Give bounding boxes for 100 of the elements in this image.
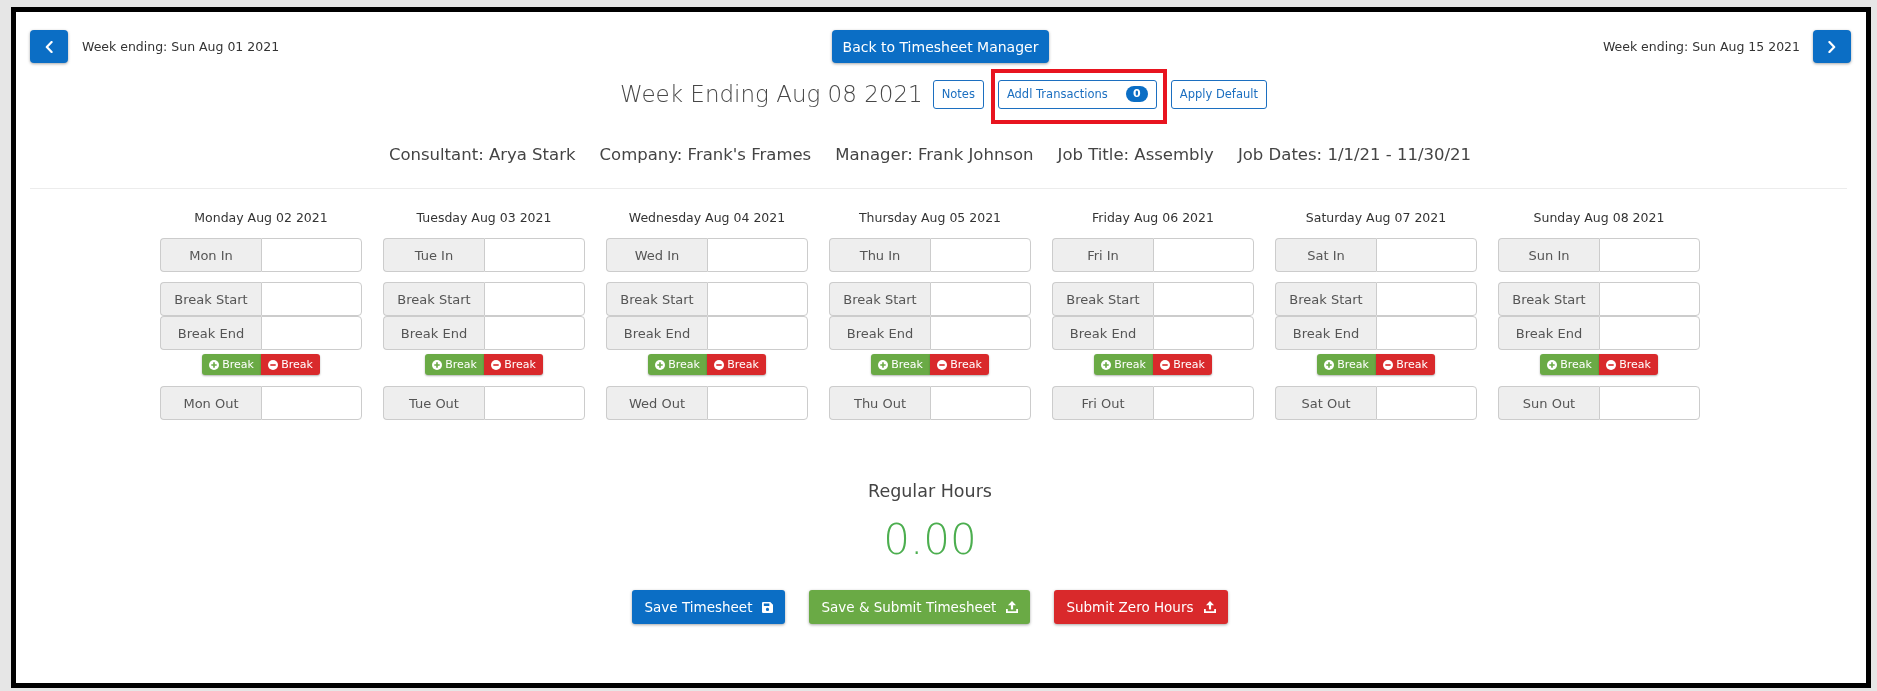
- time-field[interactable]: [1376, 238, 1477, 272]
- time-field[interactable]: [707, 282, 808, 316]
- add-break-button[interactable]: Break: [425, 354, 484, 375]
- count-badge: 0: [1125, 86, 1148, 102]
- time-field[interactable]: [707, 386, 808, 420]
- remove-break-button[interactable]: Break: [1599, 354, 1658, 375]
- next-week-label: Week ending: Sun Aug 15 2021: [1602, 39, 1800, 54]
- day-date: Tuesday Aug 03 2021: [415, 209, 553, 227]
- add-break-button[interactable]: Break: [1317, 354, 1376, 375]
- plus-circle-icon: [432, 359, 443, 370]
- week-title: Week Ending Aug 08 2021: [620, 80, 923, 109]
- time-field[interactable]: [1153, 282, 1254, 316]
- field-label: Break Start: [1052, 282, 1153, 316]
- save-timesheet-button[interactable]: Save Timesheet: [632, 590, 786, 624]
- next-week-button[interactable]: [1813, 30, 1851, 63]
- time-field[interactable]: [1153, 238, 1254, 272]
- time-field[interactable]: [1376, 282, 1477, 316]
- time-field[interactable]: [930, 238, 1031, 272]
- field-label: Tue Out: [383, 386, 484, 420]
- time-field[interactable]: [1599, 386, 1700, 420]
- previous-week-button[interactable]: [30, 30, 68, 63]
- add-break-button[interactable]: Break: [648, 354, 707, 375]
- day-date: Saturday Aug 07 2021: [1304, 209, 1448, 227]
- time-field[interactable]: [707, 316, 808, 350]
- back-button[interactable]: Back to Timesheet Manager: [831, 30, 1050, 63]
- hours-label: Regular Hours: [868, 480, 992, 503]
- chevron-right-icon: [1828, 40, 1836, 53]
- remove-break-button[interactable]: Break: [484, 354, 543, 375]
- field-label: Fri In: [1052, 238, 1153, 272]
- field-label: Fri Out: [1052, 386, 1153, 420]
- plus-circle-icon: [1324, 359, 1335, 370]
- time-field[interactable]: [1153, 316, 1254, 350]
- time-field[interactable]: [484, 386, 585, 420]
- add-break-button[interactable]: Break: [1094, 354, 1153, 375]
- previous-week-label: Week ending: Sun Aug 01 2021: [82, 39, 280, 54]
- time-field[interactable]: [1376, 316, 1477, 350]
- time-field[interactable]: [1599, 238, 1700, 272]
- minus-circle-icon: [491, 359, 502, 370]
- time-field[interactable]: [484, 282, 585, 316]
- minus-circle-icon: [1383, 359, 1394, 370]
- field-label: Break Start: [160, 282, 261, 316]
- time-field[interactable]: [930, 316, 1031, 350]
- submit-timesheet-button[interactable]: Save & Submit Timesheet: [809, 590, 1031, 624]
- plus-circle-icon: [655, 359, 666, 370]
- transactions-button[interactable]: Addl Transactions 0: [997, 79, 1157, 109]
- field-label: Break End: [1275, 316, 1376, 350]
- field-label: Sat In: [1275, 238, 1376, 272]
- notes-button[interactable]: Notes: [932, 79, 984, 109]
- day-date: Friday Aug 06 2021: [1091, 209, 1215, 227]
- detail-text: Consultant: Arya Stark: [388, 144, 576, 166]
- time-field[interactable]: [1599, 316, 1700, 350]
- field-label: Sun In: [1498, 238, 1599, 272]
- field-label: Break Start: [383, 282, 484, 316]
- plus-circle-icon: [1547, 359, 1558, 370]
- field-label: Thu In: [829, 238, 930, 272]
- day-date: Monday Aug 02 2021: [193, 209, 329, 227]
- field-label: Break End: [160, 316, 261, 350]
- upload-icon: [1006, 601, 1019, 613]
- field-label: Break End: [1052, 316, 1153, 350]
- time-field[interactable]: [484, 238, 585, 272]
- hours-value: 0.00: [883, 514, 977, 566]
- field-label: Break End: [606, 316, 707, 350]
- field-label: Mon In: [160, 238, 261, 272]
- field-label: Break End: [829, 316, 930, 350]
- upload-icon: [1203, 601, 1216, 613]
- remove-break-button[interactable]: Break: [930, 354, 989, 375]
- plus-circle-icon: [878, 359, 889, 370]
- time-field[interactable]: [261, 316, 362, 350]
- submit-zero-hours-button[interactable]: Submit Zero Hours: [1054, 590, 1228, 624]
- time-field[interactable]: [1599, 282, 1700, 316]
- time-field[interactable]: [261, 238, 362, 272]
- chevron-left-icon: [45, 40, 53, 53]
- minus-circle-icon: [714, 359, 725, 370]
- add-break-button[interactable]: Break: [1540, 354, 1599, 375]
- add-break-button[interactable]: Break: [871, 354, 930, 375]
- remove-break-button[interactable]: Break: [707, 354, 766, 375]
- field-label: Wed In: [606, 238, 707, 272]
- field-label: Sun Out: [1498, 386, 1599, 420]
- apply-default-button[interactable]: Apply Default: [1170, 79, 1267, 109]
- field-label: Break End: [1498, 316, 1599, 350]
- time-field[interactable]: [930, 386, 1031, 420]
- time-field[interactable]: [261, 282, 362, 316]
- time-field[interactable]: [261, 386, 362, 420]
- detail-text: Manager: Frank Johnson: [835, 144, 1034, 166]
- field-label: Thu Out: [829, 386, 930, 420]
- time-field[interactable]: [1153, 386, 1254, 420]
- field-label: Tue In: [383, 238, 484, 272]
- time-field[interactable]: [930, 282, 1031, 316]
- remove-break-button[interactable]: Break: [1153, 354, 1212, 375]
- add-break-button[interactable]: Break: [202, 354, 261, 375]
- minus-circle-icon: [1606, 359, 1617, 370]
- minus-circle-icon: [1160, 359, 1171, 370]
- remove-break-button[interactable]: Break: [261, 354, 320, 375]
- remove-break-button[interactable]: Break: [1376, 354, 1435, 375]
- field-label: Break Start: [1498, 282, 1599, 316]
- time-field[interactable]: [707, 238, 808, 272]
- time-field[interactable]: [484, 316, 585, 350]
- detail-text: Company: Frank's Frames: [599, 144, 812, 166]
- field-label: Mon Out: [160, 386, 261, 420]
- time-field[interactable]: [1376, 386, 1477, 420]
